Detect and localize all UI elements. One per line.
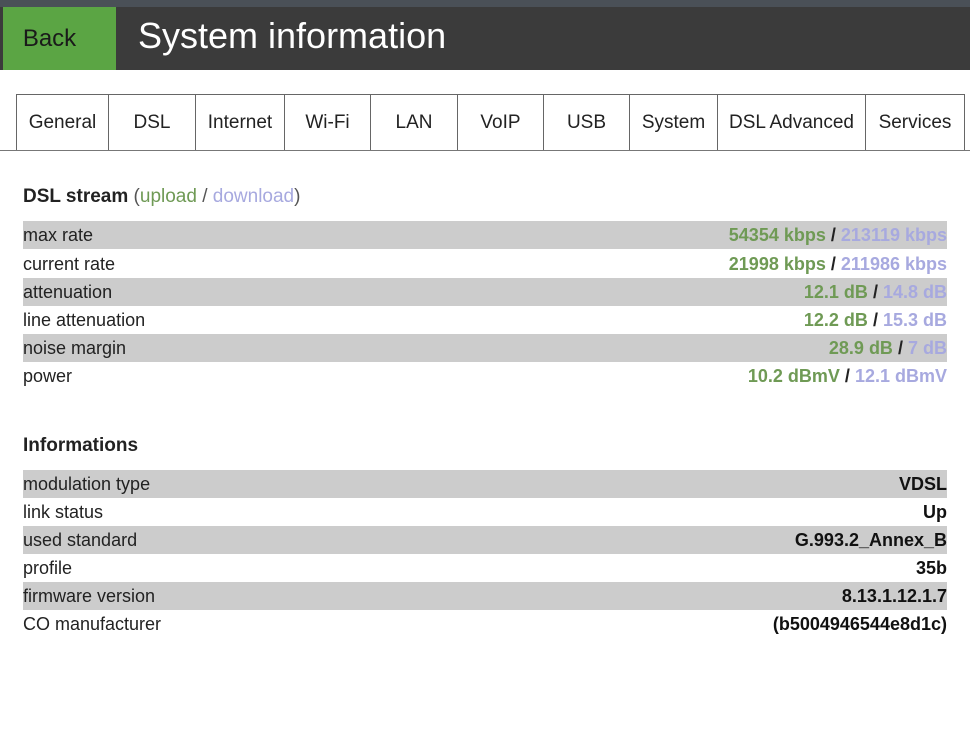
value-separator: / <box>844 365 850 386</box>
row-label: modulation type <box>23 473 151 494</box>
stream-row-noise-margin: noise margin 28.9 dB / 7 dB <box>23 334 947 362</box>
value-separator: / <box>830 253 836 274</box>
row-label: line attenuation <box>23 309 146 330</box>
upload-value: 10.2 dBmV <box>747 365 840 386</box>
legend-slash: / <box>202 186 208 207</box>
row-label: noise margin <box>23 337 127 358</box>
stream-row-line-attenuation: line attenuation 12.2 dB / 15.3 dB <box>23 306 947 334</box>
info-row-firmware-version: firmware version 8.13.1.12.1.7 <box>23 582 947 610</box>
tab-system[interactable]: System <box>629 94 718 150</box>
row-value: VDSL <box>898 473 947 494</box>
top-border <box>0 0 970 7</box>
info-row-profile: profile 35b <box>23 554 947 582</box>
row-value: 12.1 dB / 14.8 dB <box>804 282 947 303</box>
upload-value: 54354 kbps <box>728 224 826 245</box>
tab-lan[interactable]: LAN <box>370 94 458 150</box>
row-value: 35b <box>915 557 947 578</box>
page-title: System information <box>138 15 447 56</box>
value-separator: / <box>872 281 878 302</box>
row-value: 28.9 dB / 7 dB <box>829 338 947 359</box>
upload-legend: upload <box>139 186 197 207</box>
info-row-modulation-type: modulation type VDSL <box>23 470 947 498</box>
tab-bar: General DSL Internet Wi-Fi LAN VoIP USB … <box>0 94 970 151</box>
row-label: profile <box>23 557 73 578</box>
row-value: 10.2 dBmV / 12.1 dBmV <box>748 366 947 387</box>
info-row-co-manufacturer: CO manufacturer (b5004946544e8d1c) <box>23 610 947 638</box>
upload-value: 12.2 dB <box>803 309 868 330</box>
stream-row-attenuation: attenuation 12.1 dB / 14.8 dB <box>23 278 947 306</box>
upload-value: 12.1 dB <box>803 281 868 302</box>
download-value: 12.1 dBmV <box>854 365 947 386</box>
back-button[interactable]: Back <box>3 7 116 70</box>
dsl-stream-title: DSL stream (upload / download) <box>23 186 300 208</box>
row-value: 54354 kbps / 213119 kbps <box>729 225 947 246</box>
row-label: current rate <box>23 253 116 274</box>
download-value: 7 dB <box>907 337 947 358</box>
row-label: CO manufacturer <box>23 613 162 634</box>
stream-row-current-rate: current rate 21998 kbps / 211986 kbps <box>23 250 947 278</box>
legend-paren-close: ) <box>294 186 301 207</box>
info-row-used-standard: used standard G.993.2_Annex_B <box>23 526 947 554</box>
stream-legend: (upload / download) <box>134 186 301 207</box>
value-separator: / <box>830 224 836 245</box>
dsl-stream-heading: DSL stream <box>23 186 129 207</box>
row-value: 8.13.1.12.1.7 <box>841 585 947 606</box>
tab-dsl[interactable]: DSL <box>108 94 196 150</box>
tab-services[interactable]: Services <box>865 94 965 150</box>
tab-wifi[interactable]: Wi-Fi <box>284 94 371 150</box>
row-label: firmware version <box>23 585 156 606</box>
value-separator: / <box>872 309 878 330</box>
tab-usb[interactable]: USB <box>543 94 630 150</box>
tab-bar-baseline <box>0 150 970 151</box>
upload-value: 28.9 dB <box>828 337 893 358</box>
value-separator: / <box>897 337 903 358</box>
row-label: link status <box>23 501 104 522</box>
stream-row-power: power 10.2 dBmV / 12.1 dBmV <box>23 362 947 390</box>
upload-value: 21998 kbps <box>728 253 826 274</box>
tab-dsl-advanced[interactable]: DSL Advanced <box>717 94 866 150</box>
row-label: used standard <box>23 529 138 550</box>
row-value: G.993.2_Annex_B <box>794 529 947 550</box>
download-value: 211986 kbps <box>840 253 947 274</box>
row-label: attenuation <box>23 281 113 302</box>
download-value: 213119 kbps <box>840 224 947 245</box>
download-value: 14.8 dB <box>882 281 947 302</box>
download-value: 15.3 dB <box>882 309 947 330</box>
info-row-link-status: link status Up <box>23 498 947 526</box>
tab-internet[interactable]: Internet <box>195 94 285 150</box>
row-value: Up <box>923 501 947 522</box>
row-label: max rate <box>23 224 94 245</box>
row-value: 12.2 dB / 15.3 dB <box>804 310 947 331</box>
tab-voip[interactable]: VoIP <box>457 94 544 150</box>
tab-general[interactable]: General <box>16 94 109 150</box>
informations-title: Informations <box>23 435 139 456</box>
stream-row-max-rate: max rate 54354 kbps / 213119 kbps <box>23 221 947 249</box>
download-legend: download <box>212 186 295 207</box>
row-value: (b5004946544e8d1c) <box>772 613 947 634</box>
row-value: 21998 kbps / 211986 kbps <box>729 254 947 275</box>
row-label: power <box>23 365 73 386</box>
